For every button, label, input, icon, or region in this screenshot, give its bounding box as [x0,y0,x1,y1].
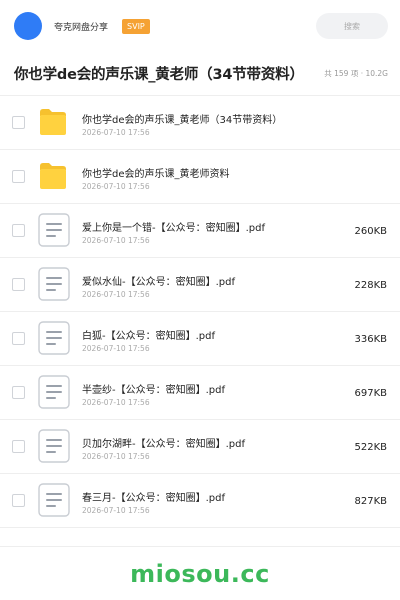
folder-icon [38,160,70,192]
file-row[interactable]: 爱上你是一个错-【公众号：密知圈】.pdf 2026-07-10 17:56 2… [0,204,400,258]
file-name: 爱似水仙-【公众号：密知圈】.pdf [82,277,236,288]
svip-badge: SVIP [122,18,150,34]
search-input[interactable] [316,13,388,39]
file-size: 336KB [354,334,387,345]
file-row[interactable]: 你也学de会的声乐课_黄老师（34节带资料） 2026-07-10 17:56 [0,96,400,150]
header: 夸克网盘分享 SVIP [0,0,400,52]
file-date: 2026-07-10 17:56 [82,506,150,515]
file-size: 228KB [354,280,387,291]
file-name: 贝加尔湖畔-【公众号：密知圈】.pdf [82,439,246,450]
document-icon [38,429,70,463]
file-size: 522KB [354,442,387,453]
file-row[interactable]: 白狐-【公众号：密知圈】.pdf 2026-07-10 17:56 336KB [0,312,400,366]
file-date: 2026-07-10 17:56 [82,398,150,407]
file-date: 2026-07-10 17:56 [82,182,150,191]
file-name: 你也学de会的声乐课_黄老师（34节带资料） [82,115,283,126]
file-date: 2026-07-10 17:56 [82,452,150,461]
select-checkbox[interactable] [12,494,25,507]
select-checkbox[interactable] [12,386,25,399]
document-icon [38,321,70,355]
file-name: 半壶纱-【公众号：密知圈】.pdf [82,385,226,396]
select-checkbox[interactable] [12,170,25,183]
file-row[interactable]: 贝加尔湖畔-【公众号：密知圈】.pdf 2026-07-10 17:56 522… [0,420,400,474]
file-list: 你也学de会的声乐课_黄老师（34节带资料） 2026-07-10 17:56 … [0,96,400,528]
quark-share-page: 夸克网盘分享 SVIP 你也学de会的声乐课_黄老师（34节带资料） 共 159… [0,0,400,600]
file-row[interactable]: 爱似水仙-【公众号：密知圈】.pdf 2026-07-10 17:56 228K… [0,258,400,312]
file-name: 你也学de会的声乐课_黄老师资料 [82,169,230,180]
file-name: 爱上你是一个错-【公众号：密知圈】.pdf [82,223,266,234]
share-title-bar: 你也学de会的声乐课_黄老师（34节带资料） 共 159 项 · 10.2G [0,52,400,96]
file-row[interactable]: 你也学de会的声乐课_黄老师资料 2026-07-10 17:56 [0,150,400,204]
select-checkbox[interactable] [12,440,25,453]
file-date: 2026-07-10 17:56 [82,236,150,245]
file-row[interactable]: 半壶纱-【公众号：密知圈】.pdf 2026-07-10 17:56 697KB [0,366,400,420]
select-checkbox[interactable] [12,332,25,345]
file-name: 白狐-【公众号：密知圈】.pdf [82,331,216,342]
file-name: 春三月-【公众号：密知圈】.pdf [82,493,226,504]
file-size: 827KB [354,496,387,507]
document-icon [38,267,70,301]
page-title: 你也学de会的声乐课_黄老师（34节带资料） [14,67,304,83]
file-size: 260KB [354,226,387,237]
app-name: 夸克网盘分享 [54,22,109,33]
document-icon [38,375,70,409]
share-meta: 共 159 项 · 10.2G [324,69,388,78]
select-checkbox[interactable] [12,278,25,291]
document-icon [38,213,70,247]
avatar[interactable] [14,12,42,40]
file-date: 2026-07-10 17:56 [82,290,150,299]
select-checkbox[interactable] [12,116,25,129]
folder-icon [38,106,70,138]
document-icon [38,483,70,517]
file-row[interactable]: 春三月-【公众号：密知圈】.pdf 2026-07-10 17:56 827KB [0,474,400,528]
file-date: 2026-07-10 17:56 [82,128,150,137]
select-checkbox[interactable] [12,224,25,237]
file-date: 2026-07-10 17:56 [82,344,150,353]
file-size: 697KB [354,388,387,399]
watermark-logo: miosou.cc [130,559,270,588]
footer: miosou.cc [0,546,400,600]
